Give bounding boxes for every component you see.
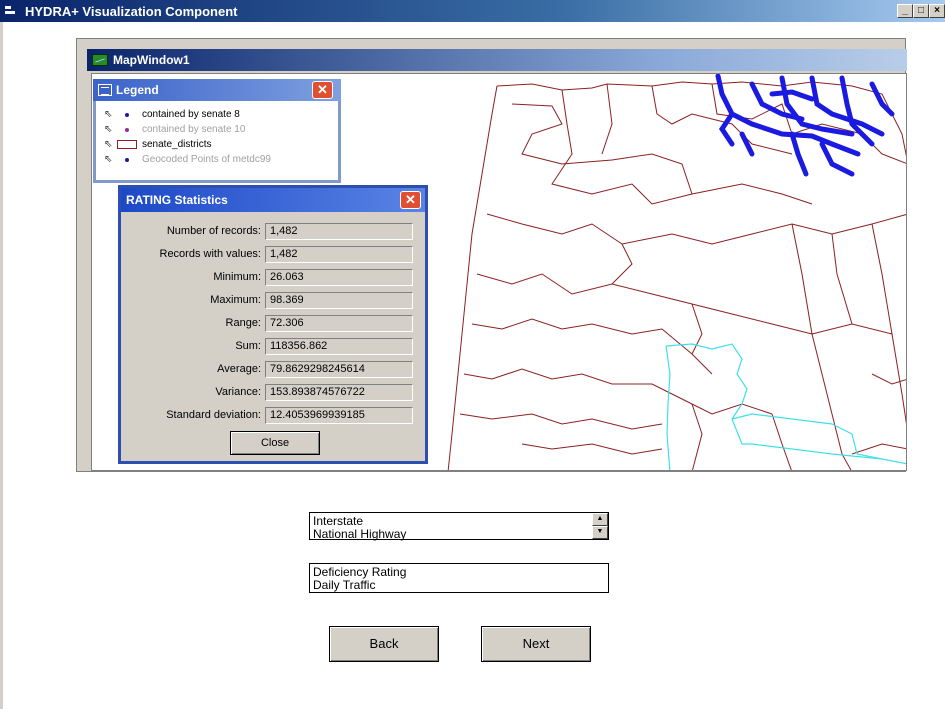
stat-label: Range: — [225, 317, 261, 329]
senate8-points-cluster — [715, 74, 895, 177]
select-arrow-icon[interactable]: ⇖ — [104, 124, 116, 135]
rating-statistics-dialog: RATING Statistics ✕ Number of records: 1,… — [118, 185, 428, 464]
legend-item-label: senate_districts — [142, 139, 212, 150]
legend-item-label: Geocoded Points of metdc99 — [142, 154, 271, 165]
stats-titlebar[interactable]: RATING Statistics ✕ — [121, 188, 425, 212]
stat-label: Standard deviation: — [166, 409, 261, 421]
stat-row: Number of records: 1,482 — [121, 223, 425, 240]
legend-items: ⇖ contained by senate 8 ⇖ contained by sena… — [104, 107, 271, 167]
stat-label: Number of records: — [166, 225, 261, 237]
stats-close-button[interactable]: Close — [230, 431, 320, 455]
stat-row: Minimum: 26.063 — [121, 269, 425, 286]
stat-value-field[interactable]: 153.893874576722 — [265, 384, 413, 401]
minimize-button[interactable]: _ — [897, 4, 913, 18]
stat-row: Records with values: 1,482 — [121, 246, 425, 263]
map-icon — [92, 54, 108, 66]
stat-row: Standard deviation: 12.4053969939185 — [121, 407, 425, 424]
legend-close-button[interactable]: ✕ — [312, 81, 333, 99]
app-titlebar: HYDRA+ Visualization Component _ □ × — [0, 0, 945, 22]
stat-label: Minimum: — [213, 271, 261, 283]
stat-label: Maximum: — [210, 294, 261, 306]
close-button[interactable]: × — [929, 4, 945, 18]
stat-row: Sum: 118356.862 — [121, 338, 425, 355]
highlighted-district — [665, 343, 906, 470]
scroll-down-arrow-icon[interactable]: ▼ — [592, 526, 608, 539]
stat-row: Average: 79.8629298245614 — [121, 361, 425, 378]
stat-row: Maximum: 98.369 — [121, 292, 425, 309]
select-arrow-icon[interactable]: ⇖ — [104, 109, 116, 120]
select-arrow-icon[interactable]: ⇖ — [104, 154, 116, 165]
map-window-title: MapWindow1 — [113, 53, 190, 67]
legend-symbol-icon — [116, 127, 138, 132]
stat-value-field[interactable]: 98.369 — [265, 292, 413, 309]
legend-titlebar[interactable]: Legend ✕ — [93, 79, 341, 101]
app-title: HYDRA+ Visualization Component — [25, 3, 238, 19]
legend-item[interactable]: ⇖ contained by senate 10 — [104, 122, 271, 137]
app-icon — [4, 4, 20, 18]
map-window-titlebar[interactable]: MapWindow1 — [87, 49, 907, 71]
legend-symbol-icon — [116, 157, 138, 162]
stat-value-field[interactable]: 118356.862 — [265, 338, 413, 355]
road-type-item[interactable]: National Highway — [313, 528, 605, 541]
stat-row: Variance: 153.893874576722 — [121, 384, 425, 401]
stat-label: Average: — [217, 363, 261, 375]
legend-item[interactable]: ⇖ contained by senate 8 — [104, 107, 271, 122]
legend-item[interactable]: ⇖ Geocoded Points of metdc99 — [104, 152, 271, 167]
legend-title: Legend — [116, 83, 159, 97]
stat-label: Variance: — [215, 386, 261, 398]
stat-value-field[interactable]: 79.8629298245614 — [265, 361, 413, 378]
senate-district-boundaries — [447, 81, 906, 470]
stat-value-field[interactable]: 12.4053969939185 — [265, 407, 413, 424]
stats-close-icon-button[interactable]: ✕ — [400, 191, 421, 209]
metric-item[interactable]: Daily Traffic — [313, 579, 605, 592]
legend-symbol-icon — [116, 112, 138, 117]
legend-symbol-icon — [116, 140, 138, 149]
stat-value-field[interactable]: 1,482 — [265, 223, 413, 240]
stat-value-field[interactable]: 26.063 — [265, 269, 413, 286]
legend-item-label: contained by senate 10 — [142, 124, 246, 135]
back-button[interactable]: Back — [329, 626, 439, 662]
scroll-up-arrow-icon[interactable]: ▲ — [592, 513, 608, 526]
stat-value-field[interactable]: 1,482 — [265, 246, 413, 263]
maximize-button[interactable]: □ — [913, 4, 929, 18]
road-type-listbox[interactable]: Interstate National Highway ▲ ▼ — [309, 512, 609, 541]
legend-item-label: contained by senate 8 — [142, 109, 240, 120]
stats-title: RATING Statistics — [126, 193, 228, 207]
next-button[interactable]: Next — [481, 626, 591, 662]
stat-value-field[interactable]: 72.306 — [265, 315, 413, 332]
legend-icon — [98, 84, 112, 96]
road-type-scrollbar[interactable]: ▲ ▼ — [592, 513, 608, 539]
stat-label: Sum: — [235, 340, 261, 352]
legend-panel: Legend ✕ ⇖ contained by senate 8 ⇖ containe… — [93, 79, 341, 183]
stat-label: Records with values: — [159, 248, 262, 260]
stat-row: Range: 72.306 — [121, 315, 425, 332]
select-arrow-icon[interactable]: ⇖ — [104, 139, 116, 150]
metric-listbox[interactable]: Deficiency Rating Daily Traffic — [309, 563, 609, 593]
legend-item[interactable]: ⇖ senate_districts — [104, 137, 271, 152]
